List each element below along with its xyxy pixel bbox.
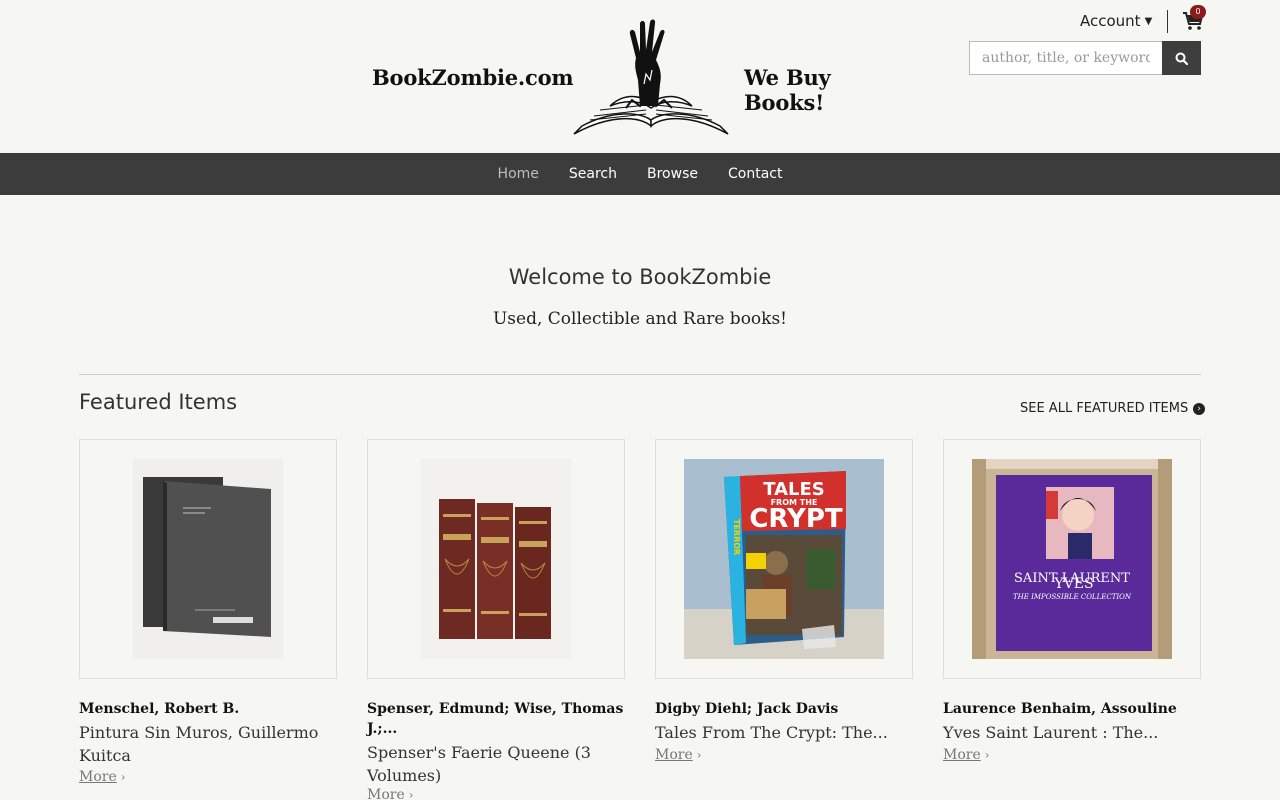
item-title[interactable]: Pintura Sin Muros, Guillermo Kuitca xyxy=(79,721,337,767)
section-divider xyxy=(79,374,1201,375)
item-title[interactable]: Spenser's Faerie Queene (3 Volumes) xyxy=(367,741,625,787)
item-author: Laurence Benhaim, Assouline xyxy=(943,701,1177,717)
more-label: More xyxy=(943,747,981,763)
main-nav: Home Search Browse Contact xyxy=(0,153,1280,195)
book-cover-image xyxy=(421,459,571,659)
more-label: More xyxy=(655,747,693,763)
search-button[interactable] xyxy=(1162,41,1201,75)
book-cover-image: YVES xyxy=(972,459,1172,659)
site-logo[interactable]: BookZombie.com We Buy Books! xyxy=(372,14,912,138)
chevron-right-icon: › xyxy=(696,748,702,762)
header-divider xyxy=(1167,10,1168,33)
welcome-subtitle: Used, Collectible and Rare books! xyxy=(492,309,788,329)
account-menu[interactable]: Account ▼ xyxy=(1080,12,1152,30)
book-cover-image: TALES FROM THE CRYPT TERROR xyxy=(684,459,884,659)
item-more-link[interactable]: More › xyxy=(79,769,126,785)
chevron-right-icon: › xyxy=(984,748,990,762)
cart-count-badge: 0 xyxy=(1190,5,1206,19)
search-input[interactable] xyxy=(969,41,1163,75)
see-all-featured-link[interactable]: SEE ALL FEATURED ITEMS › xyxy=(1020,401,1206,416)
cover-title-3: CRYPT xyxy=(749,504,843,534)
cover-title-3: THE IMPOSSIBLE COLLECTION xyxy=(1012,593,1131,601)
caret-down-icon: ▼ xyxy=(1144,15,1153,27)
featured-items-heading: Featured Items xyxy=(79,390,238,414)
item-author: Menschel, Robert B. xyxy=(79,701,240,717)
see-all-label: SEE ALL FEATURED ITEMS xyxy=(1020,401,1189,416)
account-label: Account xyxy=(1080,12,1141,30)
site-header: BookZombie.com We Buy Books! Account ▼ 0… xyxy=(0,0,1280,153)
cover-title-2: SAINT LAURENT xyxy=(1014,571,1130,586)
welcome-title: Welcome to BookZombie xyxy=(508,265,772,289)
nav-contact[interactable]: Contact xyxy=(713,166,797,182)
search-icon xyxy=(1175,52,1188,65)
logo-text-left: BookZombie.com xyxy=(372,65,574,90)
more-label: More xyxy=(367,787,405,800)
item-more-link[interactable]: More › xyxy=(943,747,990,763)
item-title[interactable]: Yves Saint Laurent : The... xyxy=(943,721,1201,744)
cover-side-text: TERROR xyxy=(732,519,741,555)
item-more-link[interactable]: More › xyxy=(655,747,702,763)
featured-item-card[interactable]: YVES SAINT LAURENT THE IMPOSSIBLE COLLEC… xyxy=(943,439,1201,679)
chevron-right-icon: › xyxy=(408,788,414,800)
featured-item-card[interactable] xyxy=(79,439,337,679)
item-more-link[interactable]: More › xyxy=(367,787,414,800)
nav-browse[interactable]: Browse xyxy=(632,166,713,182)
nav-search[interactable]: Search xyxy=(554,166,632,182)
logo-text-right: We Buy Books! xyxy=(744,65,831,115)
cover-title-1: TALES xyxy=(763,479,825,500)
more-label: More xyxy=(79,769,117,785)
featured-item-card[interactable] xyxy=(367,439,625,679)
zombie-hand-book-logo-icon xyxy=(573,19,729,135)
featured-item-card[interactable]: TALES FROM THE CRYPT TERROR xyxy=(655,439,913,679)
nav-home[interactable]: Home xyxy=(483,166,554,182)
item-title[interactable]: Tales From The Crypt: The... xyxy=(655,721,913,744)
chevron-circle-right-icon: › xyxy=(1193,402,1206,415)
chevron-right-icon: › xyxy=(120,770,126,784)
item-author: Spenser, Edmund; Wise, Thomas J.;... xyxy=(367,701,624,737)
book-cover-image xyxy=(133,459,283,659)
item-author: Digby Diehl; Jack Davis xyxy=(655,701,839,717)
